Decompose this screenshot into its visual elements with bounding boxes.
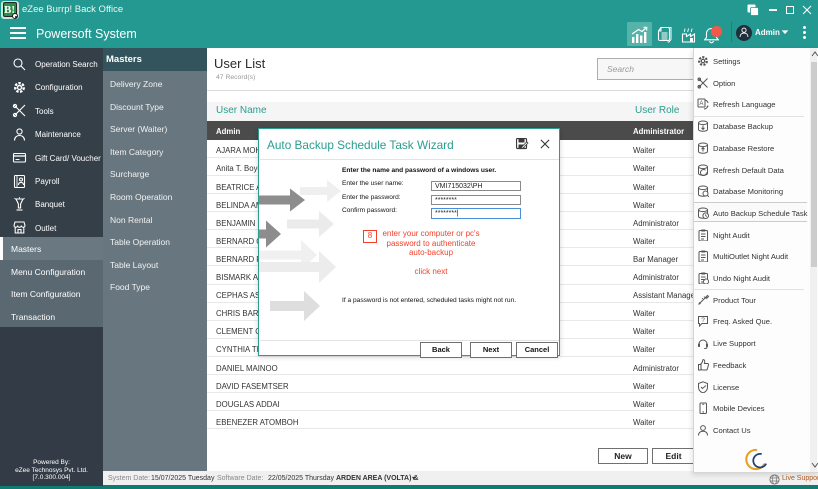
svg-text:A: A [699, 101, 703, 107]
svg-text:?: ? [701, 318, 705, 325]
